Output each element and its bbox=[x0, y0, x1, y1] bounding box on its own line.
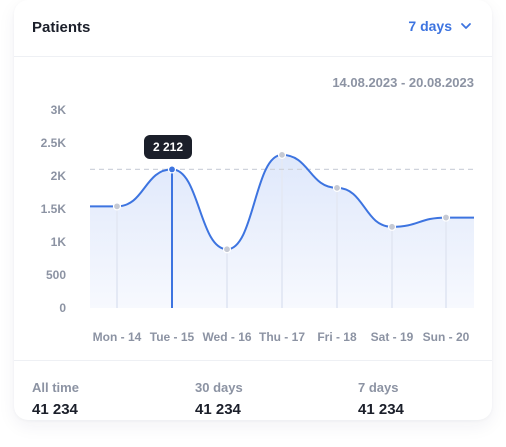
x-tick-label: Thu - 17 bbox=[259, 330, 305, 344]
y-tick-label: 3K bbox=[51, 103, 67, 117]
stat-value: 41 234 bbox=[195, 401, 241, 418]
card-footer: All time 41 234 30 days 41 234 7 days 41… bbox=[14, 360, 492, 420]
stat-30-days: 30 days 41 234 bbox=[195, 380, 243, 418]
x-tick-label: Sat - 19 bbox=[371, 330, 414, 344]
x-tick-label: Tue - 15 bbox=[150, 330, 195, 344]
data-point bbox=[112, 202, 122, 211]
x-tick-label: Sun - 20 bbox=[423, 330, 470, 344]
stat-value: 41 234 bbox=[358, 401, 404, 418]
x-tick-label: Mon - 14 bbox=[93, 330, 142, 344]
stat-label: 30 days bbox=[195, 380, 243, 395]
y-tick-label: 1K bbox=[51, 235, 67, 249]
stat-label: 7 days bbox=[358, 380, 399, 395]
x-tick-label: Wed - 16 bbox=[202, 330, 251, 344]
y-tick-label: 0 bbox=[59, 301, 66, 315]
stat-7-days: 7 days 41 234 bbox=[358, 380, 404, 418]
y-tick-label: 500 bbox=[46, 268, 66, 282]
data-point bbox=[222, 245, 232, 254]
data-point bbox=[441, 213, 451, 222]
data-point bbox=[387, 222, 397, 231]
y-tick-label: 2K bbox=[51, 169, 67, 183]
y-tick-label: 2.5K bbox=[41, 136, 67, 150]
patients-card: Patients 7 days 14.08.2023 - 20.08.2023 … bbox=[14, 0, 492, 420]
x-tick-label: Fri - 18 bbox=[317, 330, 357, 344]
chart-tooltip: 2 212 bbox=[144, 135, 193, 160]
data-point bbox=[277, 150, 287, 159]
patients-chart: 0 500 1K 1.5K 2K 2.5K 3K Mon - 14 Tue - 15 Wed - … bbox=[41, 103, 474, 344]
highlight-point bbox=[167, 165, 177, 174]
y-tick-label: 1.5K bbox=[41, 202, 67, 216]
stat-all-time: All time 41 234 bbox=[32, 380, 79, 418]
stat-value: 41 234 bbox=[32, 401, 78, 418]
stat-label: All time bbox=[32, 380, 79, 395]
data-point bbox=[332, 183, 342, 192]
